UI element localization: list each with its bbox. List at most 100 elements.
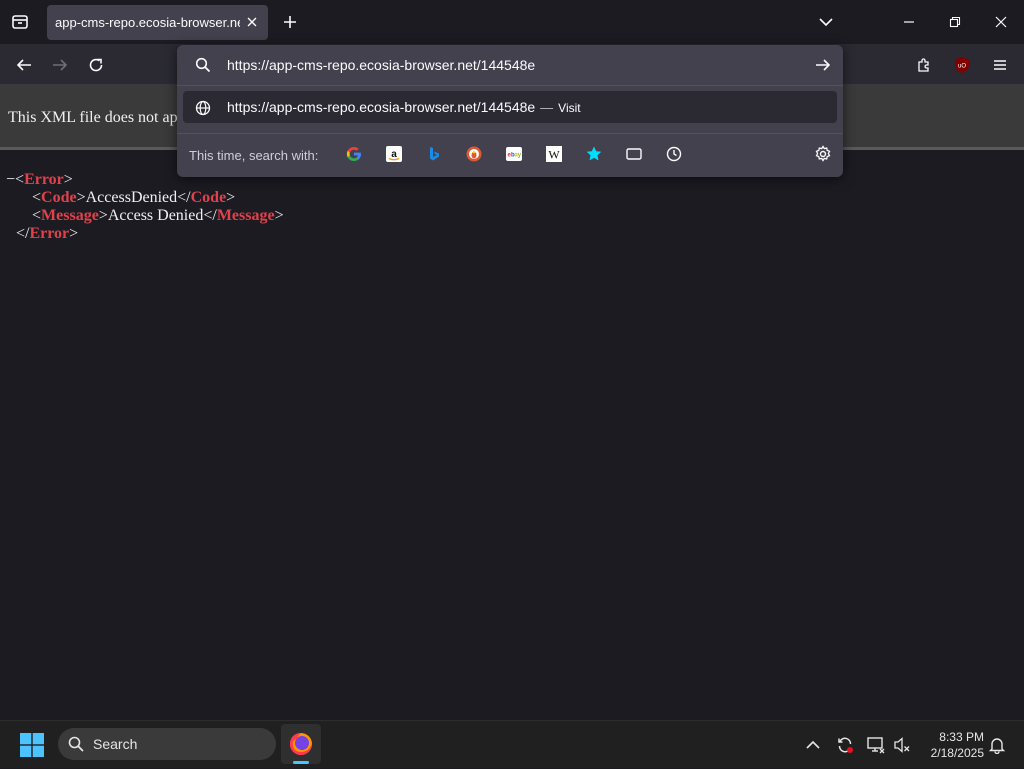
taskbar-search-placeholder: Search [93, 736, 138, 752]
arrow-right-icon [53, 59, 68, 71]
xml-tag: Error [29, 225, 70, 242]
suggestion-action: Visit [558, 101, 581, 115]
search-bookmarks-button[interactable] [584, 144, 604, 164]
minimize-icon [904, 21, 914, 23]
arrow-right-icon [816, 59, 831, 71]
globe-icon [194, 99, 212, 117]
firefox-icon [290, 733, 312, 755]
forward-button[interactable] [49, 54, 71, 76]
xml-banner-text: This XML file does not ap [8, 109, 178, 126]
search-engine-duckduckgo[interactable] [464, 144, 484, 164]
svg-text:uO: uO [958, 64, 966, 70]
go-button[interactable] [813, 55, 833, 75]
bing-icon [430, 147, 439, 161]
ebay-icon: e b a y [506, 147, 522, 161]
hamburger-menu-icon [994, 60, 1006, 70]
search-with-label: This time, search with: [189, 148, 319, 163]
network-icon [867, 737, 885, 754]
clock-date: 2/18/2025 [930, 746, 984, 760]
urlbar [177, 45, 843, 85]
duckduckgo-icon [466, 146, 482, 162]
new-tab-button[interactable] [280, 12, 300, 32]
taskbar-search-box[interactable]: Search [58, 728, 276, 760]
tabs-icon [626, 148, 642, 160]
collapse-toggle[interactable]: − [6, 171, 15, 188]
active-tab[interactable]: app-cms-repo.ecosia-browser.net/ [47, 5, 268, 40]
taskbar: Search 8:33 PM 2/18/2025 [0, 720, 1024, 768]
network-tray-icon[interactable] [866, 735, 886, 755]
xml-tag: Code [41, 189, 77, 206]
back-button[interactable] [13, 54, 35, 76]
extensions-button[interactable] [913, 54, 935, 76]
search-icon [193, 55, 213, 75]
puzzle-icon [918, 58, 929, 72]
volume-muted-icon [894, 737, 910, 753]
gear-icon [815, 145, 831, 162]
restore-icon [949, 16, 961, 28]
firefox-view-button[interactable] [8, 8, 32, 36]
app-menu-button[interactable] [989, 54, 1011, 76]
chevron-up-icon [806, 740, 820, 749]
firefox-taskbar-button[interactable] [281, 724, 321, 764]
google-icon [346, 147, 361, 161]
tab-close-button[interactable] [244, 14, 260, 30]
tab-title: app-cms-repo.ecosia-browser.net/ [55, 15, 240, 30]
urlbar-panel: https://app-cms-repo.ecosia-browser.net/… [177, 45, 843, 177]
ublock-origin-button[interactable]: uO [951, 54, 973, 76]
tab-strip: app-cms-repo.ecosia-browser.net/ [0, 0, 1024, 44]
url-suggestion-row[interactable]: https://app-cms-repo.ecosia-browser.net/… [183, 91, 837, 123]
search-engine-amazon[interactable]: a [384, 144, 404, 164]
history-icon [666, 146, 682, 162]
search-engine-ebay[interactable]: e b a y [504, 144, 524, 164]
xml-tag: Message [41, 207, 99, 224]
start-button[interactable] [20, 733, 44, 757]
url-input[interactable] [227, 54, 797, 76]
svg-text:a: a [391, 149, 397, 160]
system-clock[interactable]: 8:33 PM 2/18/2025 [922, 729, 984, 761]
search-engine-wikipedia[interactable]: W [544, 144, 564, 164]
show-hidden-icons-button[interactable] [803, 735, 823, 755]
xml-tree: −<Error> <Code>AccessDenied</Code> <Mess… [6, 171, 284, 243]
svg-text:W: W [548, 148, 560, 162]
xml-value: Access Denied [107, 207, 204, 224]
reload-button[interactable] [85, 54, 107, 76]
divider [177, 85, 843, 86]
firefox-view-icon [12, 15, 28, 29]
suggestion-separator: — [540, 100, 554, 115]
clock-time: 8:33 PM [939, 730, 984, 744]
amazon-icon: a [386, 146, 402, 162]
sync-icon [838, 737, 853, 753]
list-all-tabs-button[interactable] [816, 12, 836, 32]
reload-icon [89, 58, 103, 72]
xml-root-close: </Error> [16, 225, 79, 242]
search-engine-google[interactable] [344, 144, 364, 164]
active-app-indicator [293, 761, 309, 764]
suggestion-url: https://app-cms-repo.ecosia-browser.net/… [227, 99, 581, 115]
notifications-button[interactable] [987, 735, 1007, 755]
close-icon [247, 17, 257, 27]
xml-message-element: <Message>Access Denied</Message> [32, 207, 284, 224]
one-off-search-bar: This time, search with: a e b a y W [177, 133, 843, 177]
search-settings-button[interactable] [813, 144, 833, 164]
bookmarks-icon [586, 146, 602, 161]
search-tabs-button[interactable] [624, 144, 644, 164]
wikipedia-icon: W [546, 146, 562, 162]
xml-value: AccessDenied [85, 189, 178, 206]
sync-tray-icon[interactable] [835, 735, 855, 755]
plus-icon [284, 16, 296, 28]
search-engine-bing[interactable] [424, 144, 444, 164]
xml-tag: Error [24, 171, 64, 188]
windows-logo-icon [20, 733, 44, 757]
page-content: This XML file does not ap −<Error> <Code… [0, 84, 1024, 720]
arrow-left-icon [16, 59, 31, 71]
search-history-button[interactable] [664, 144, 684, 164]
restore-button[interactable] [943, 10, 967, 34]
xml-tag: Message [216, 207, 275, 224]
ublock-origin-icon: uO [955, 57, 969, 73]
volume-tray-icon[interactable] [892, 735, 912, 755]
xml-code-element: <Code>AccessDenied</Code> [32, 189, 236, 206]
close-window-button[interactable] [989, 10, 1013, 34]
close-icon [995, 16, 1007, 28]
minimize-button[interactable] [897, 10, 921, 34]
bell-icon [988, 738, 1006, 754]
